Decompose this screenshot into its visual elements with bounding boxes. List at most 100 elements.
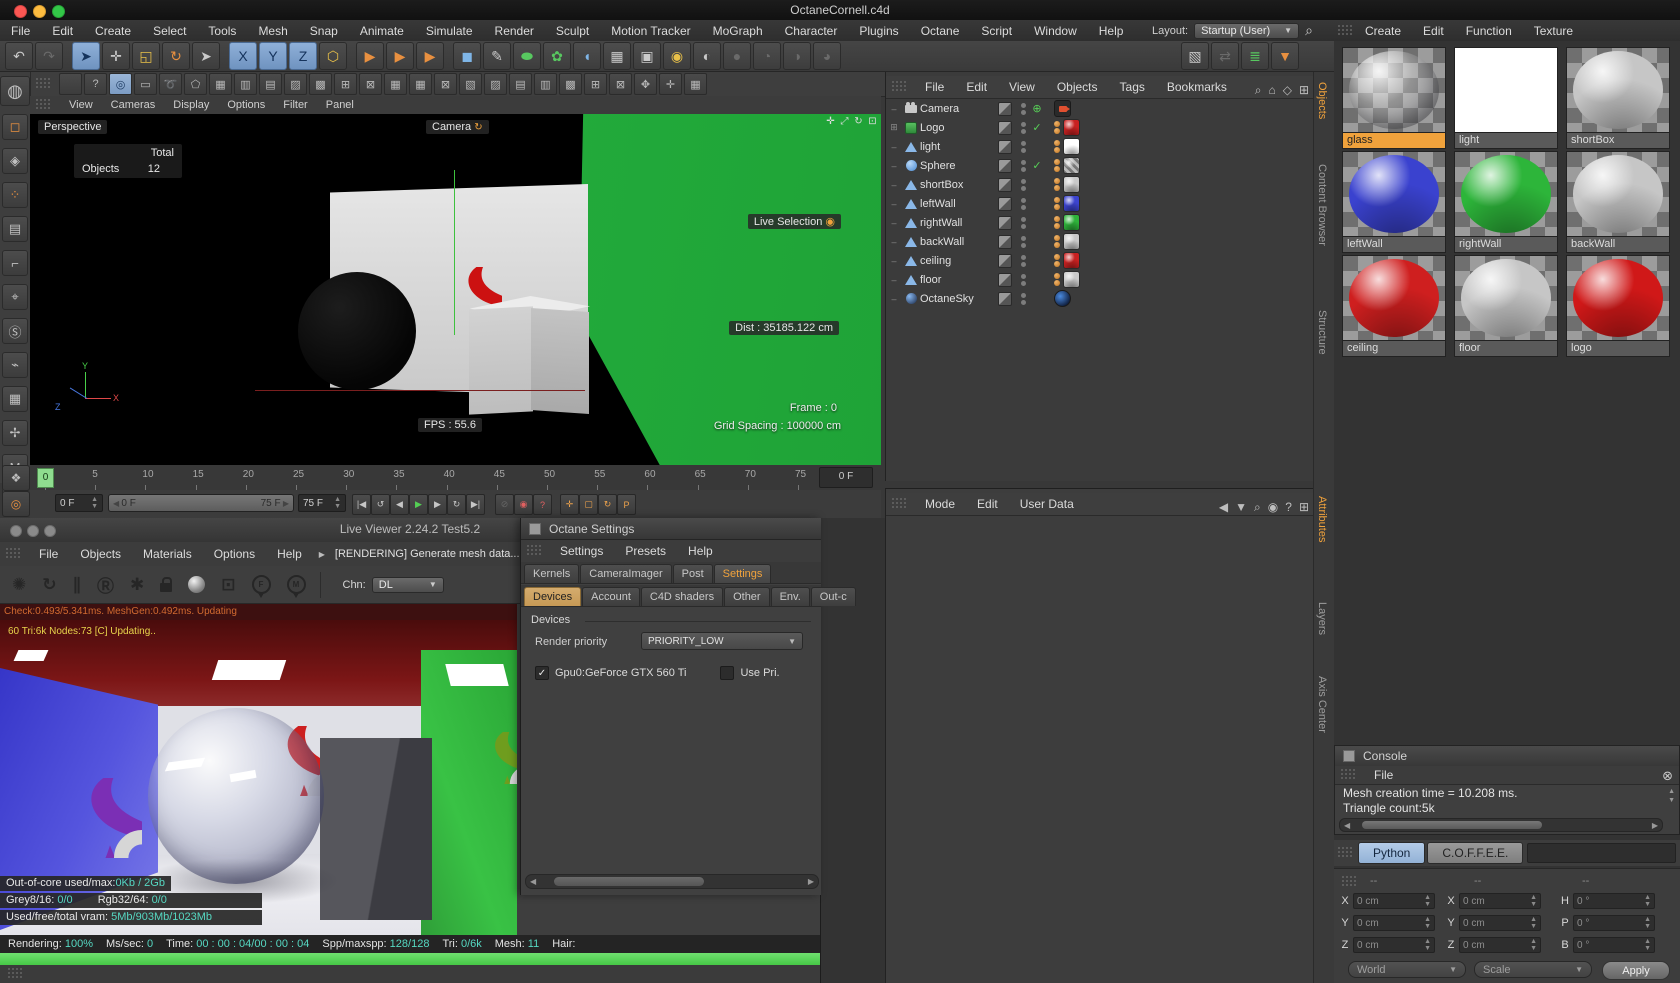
object-tags[interactable] [1054, 138, 1080, 155]
am-help-icon[interactable]: ? [1285, 500, 1292, 515]
menu-simulate[interactable]: Simulate [415, 24, 484, 38]
env-ball2-icon[interactable]: ◔ [753, 42, 781, 70]
lv-menu-grip[interactable] [6, 548, 22, 560]
material-menu-edit[interactable]: Edit [1412, 24, 1455, 38]
viewport-nav-icons[interactable]: ✛ ⤢ ↻ ⊡ [825, 116, 878, 127]
object-row-leftwall[interactable]: – leftWall [886, 194, 1313, 213]
light-icon[interactable]: ◉ [663, 42, 691, 70]
tree-toggle[interactable]: ⊞ [886, 122, 902, 133]
current-frame-field[interactable]: 0 F ▲ ▼ [55, 494, 103, 512]
visibility-dots[interactable] [1018, 273, 1028, 286]
octane-sky-tag-icon[interactable] [1054, 290, 1071, 307]
move-icon[interactable]: ✛ [102, 42, 130, 70]
material-tag-icon[interactable] [1063, 233, 1080, 250]
object-row-shortbox[interactable]: – shortBox [886, 175, 1313, 194]
restart-render-icon[interactable]: ↻ [42, 575, 56, 595]
edges-mode-icon[interactable]: ▤ [2, 216, 28, 242]
octane-settings-titlebar[interactable]: Octane Settings [521, 518, 821, 540]
selection-toolbar-grip[interactable] [36, 78, 52, 90]
live-selection-icon[interactable]: ◎ [109, 73, 132, 95]
layer-chip[interactable] [998, 253, 1012, 268]
object-tags[interactable] [1054, 100, 1071, 117]
last-tool-icon[interactable]: ➤ [192, 42, 220, 70]
render-view[interactable]: 60 Tri:6k Nodes:73 [C] Updating.. Out-of… [0, 620, 517, 935]
help-pick-icon[interactable]: ? [84, 73, 107, 95]
points-mode-icon[interactable]: ⁘ [2, 182, 28, 208]
coord-field[interactable]: 0 cm ▲ ▼ [1459, 915, 1541, 931]
apply-button[interactable]: Apply [1602, 961, 1670, 980]
texture-tag-icon[interactable] [1054, 254, 1060, 267]
material-tag-icon[interactable] [1063, 119, 1080, 136]
nav-globe-icon[interactable]: ◍ [0, 76, 30, 106]
rotate-icon[interactable]: ↻ [162, 42, 190, 70]
material-glass[interactable]: glass [1342, 47, 1446, 149]
ws-2-icon[interactable]: ▨ [484, 73, 507, 95]
object-tags[interactable] [1054, 233, 1080, 250]
tab-axis-center[interactable]: Axis Center [1316, 676, 1328, 733]
viewport-menu-options[interactable]: Options [218, 99, 274, 111]
viewport-menu-view[interactable]: View [60, 99, 102, 111]
uv-arrows-icon[interactable]: ⇄ [1211, 42, 1239, 70]
tab-content-browser[interactable]: Content Browser [1316, 164, 1328, 246]
menu-mesh[interactable]: Mesh [247, 24, 298, 38]
om-menu-grip[interactable] [892, 81, 908, 93]
om-menu-bookmarks[interactable]: Bookmarks [1156, 80, 1238, 94]
texture-tag-icon[interactable] [1054, 273, 1060, 286]
ws-7-icon[interactable]: ⊠ [609, 73, 632, 95]
console-titlebar[interactable]: Console [1335, 746, 1679, 767]
object-tags[interactable] [1054, 290, 1071, 307]
render-view-icon[interactable]: ▶ [356, 42, 384, 70]
material-tag-icon[interactable] [1063, 271, 1080, 288]
frame-range-slider[interactable]: ◀ 0 F 75 F ▶ [108, 494, 294, 512]
object-tags[interactable] [1054, 119, 1080, 136]
play-mode-button[interactable]: ↻ [447, 494, 466, 515]
am-filter-icon[interactable]: ▼ [1235, 500, 1247, 515]
visibility-dots[interactable] [1018, 121, 1028, 134]
object-tags[interactable] [1054, 176, 1080, 193]
object-row-sphere[interactable]: – Sphere ✓ [886, 156, 1313, 175]
console-vscroll[interactable]: ▲ ▼ [1668, 788, 1675, 804]
spline-pen-icon[interactable]: ✎ [483, 42, 511, 70]
layout-search-icon[interactable]: ⌕ [1305, 22, 1313, 39]
grid-3-icon[interactable]: ⊠ [434, 73, 457, 95]
tab-objects[interactable]: Objects [1316, 82, 1328, 119]
lock-x-icon[interactable]: X [229, 42, 257, 70]
menu-select[interactable]: Select [142, 24, 197, 38]
object-tags[interactable] [1054, 157, 1080, 174]
octane-tab-settings[interactable]: Settings [713, 564, 772, 583]
material-tag-icon[interactable] [1063, 176, 1080, 193]
layer-chip[interactable] [998, 139, 1012, 154]
octane-hscrollbar[interactable]: ◀ ▶ [525, 874, 819, 889]
material-leftwall[interactable]: leftWall [1342, 151, 1446, 253]
viewport-menu-grip[interactable] [36, 99, 52, 111]
snap-5-icon[interactable]: ▩ [309, 73, 332, 95]
am-lock-icon[interactable]: ◉ [1268, 500, 1278, 515]
octane-tab-post[interactable]: Post [672, 564, 713, 583]
object-tags[interactable] [1054, 195, 1080, 212]
material-backwall[interactable]: backWall [1566, 151, 1670, 253]
menu-octane[interactable]: Octane [910, 24, 971, 38]
lock-y-icon[interactable]: Y [259, 42, 287, 70]
object-row-light[interactable]: – light [886, 137, 1313, 156]
material-light[interactable]: light [1454, 47, 1558, 149]
material-menu-create[interactable]: Create [1354, 24, 1412, 38]
key-scale-button[interactable]: ▢ [579, 494, 598, 515]
loop-button[interactable]: ↺ [371, 494, 390, 515]
layer-chip[interactable] [998, 291, 1012, 306]
visibility-dots[interactable] [1018, 140, 1028, 153]
object-row-camera[interactable]: – Camera ⊕ [886, 99, 1313, 118]
model-mode-icon[interactable]: ◻ [2, 114, 28, 140]
om-home-icon[interactable]: ⌂ [1268, 83, 1275, 98]
octane-logo-icon[interactable]: ✺ [12, 575, 26, 595]
octane-tab-env[interactable]: Env. [770, 587, 810, 606]
texture-tag-icon[interactable] [1054, 178, 1060, 191]
am-menu-mode[interactable]: Mode [914, 497, 966, 511]
menu-mograph[interactable]: MoGraph [702, 24, 774, 38]
autokey-button[interactable]: ◉ [514, 494, 533, 515]
octane-tab-kernels[interactable]: Kernels [524, 564, 580, 583]
menu-file[interactable]: File [0, 24, 41, 38]
octane-tab-out-c[interactable]: Out-c [810, 587, 856, 606]
ws-4-icon[interactable]: ▥ [534, 73, 557, 95]
am-add-icon[interactable]: ⊞ [1299, 500, 1309, 515]
om-menu-objects[interactable]: Objects [1046, 80, 1109, 94]
